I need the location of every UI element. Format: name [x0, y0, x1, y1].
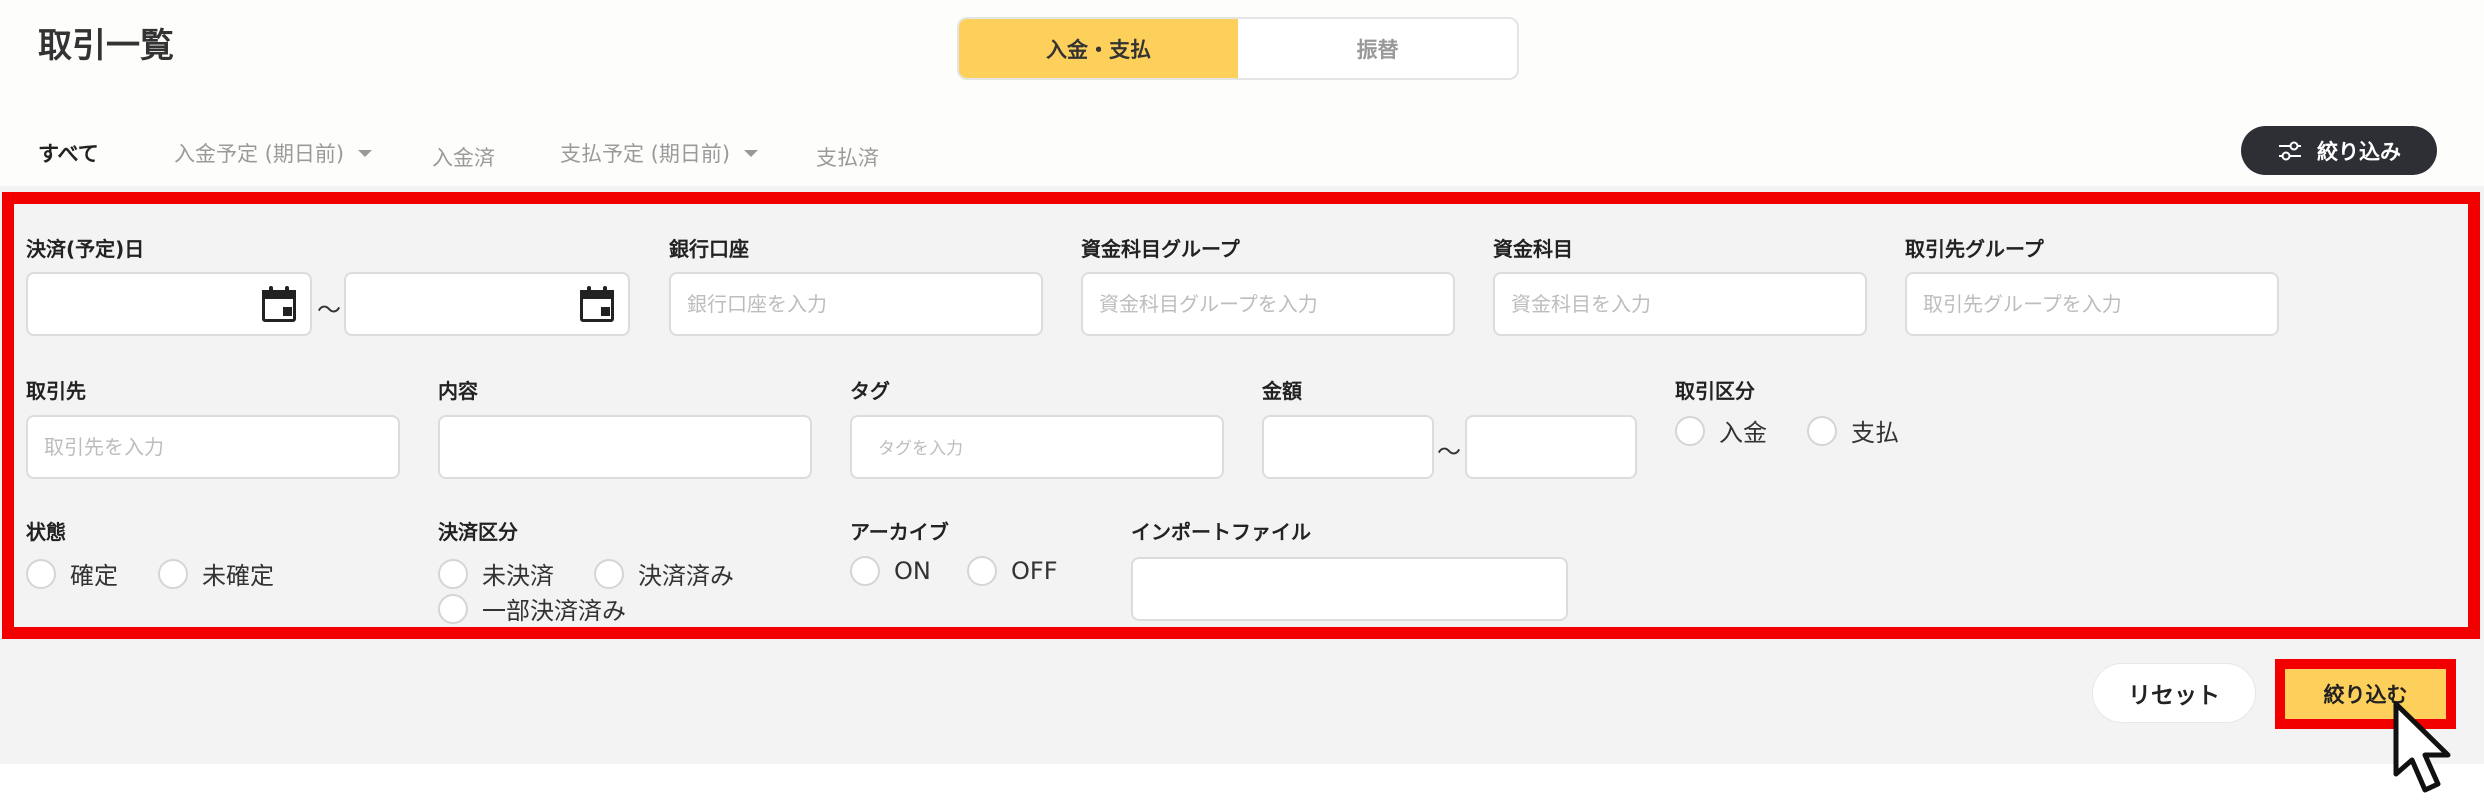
radio-circle[interactable]: [1807, 415, 1837, 446]
partner-input[interactable]: [26, 415, 400, 479]
radio-unsettled[interactable]: 未決済: [438, 556, 554, 591]
fund-item-input[interactable]: [1493, 272, 1867, 336]
bank-account-input[interactable]: [669, 272, 1043, 336]
amount-to-input[interactable]: [1465, 415, 1637, 479]
filter-toggle-button[interactable]: 絞り込み: [2241, 126, 2437, 175]
content-input[interactable]: [438, 415, 812, 479]
segment-transfer[interactable]: 振替: [1238, 19, 1517, 78]
radio-circle[interactable]: [158, 558, 188, 589]
calendar-icon[interactable]: [578, 286, 616, 322]
partner-group-input[interactable]: [1905, 272, 2279, 336]
radio-unconfirmed[interactable]: 未確定: [158, 556, 274, 591]
segment-deposit-payment[interactable]: 入金・支払: [959, 19, 1238, 78]
amount-label: 金額: [1262, 379, 1302, 403]
chevron-down-icon: [744, 149, 759, 157]
bank-account-label: 銀行口座: [669, 237, 749, 261]
page-title: 取引一覧: [38, 26, 174, 66]
amount-range-separator: 〜: [1437, 438, 1461, 466]
mouse-cursor-icon: [2393, 701, 2451, 793]
sliders-icon: [2279, 141, 2301, 160]
tag-input[interactable]: [850, 415, 1224, 479]
tab-paid[interactable]: 支払済: [816, 142, 879, 172]
amount-from-input[interactable]: [1262, 415, 1434, 479]
archive-label: アーカイブ: [850, 520, 949, 544]
fund-item-group-label: 資金科目グループ: [1081, 237, 1240, 261]
import-file-input[interactable]: [1131, 557, 1568, 621]
fund-item-group-input[interactable]: [1081, 272, 1455, 336]
tab-deposited[interactable]: 入金済: [432, 142, 495, 172]
status-label: 状態: [26, 520, 66, 544]
partner-group-label: 取引先グループ: [1905, 237, 2044, 261]
chevron-down-icon: [358, 149, 373, 157]
radio-archive-off[interactable]: OFF: [967, 556, 1058, 586]
date-range-separator: 〜: [317, 296, 341, 324]
transaction-type-label: 取引区分: [1675, 379, 1755, 403]
radio-circle[interactable]: [438, 593, 468, 624]
calendar-icon[interactable]: [260, 286, 298, 322]
content-label: 内容: [438, 379, 478, 403]
tag-label: タグ: [850, 379, 890, 403]
radio-circle[interactable]: [1675, 415, 1705, 446]
settlement-date-label: 決済(予定)日: [26, 237, 145, 261]
radio-partially-settled[interactable]: 一部決済済み: [438, 591, 626, 626]
settlement-type-label: 決済区分: [438, 520, 518, 544]
tab-payment-scheduled[interactable]: 支払予定 (期日前): [560, 138, 759, 168]
radio-circle[interactable]: [438, 558, 468, 589]
radio-circle[interactable]: [850, 556, 880, 586]
reset-button[interactable]: リセット: [2092, 663, 2256, 723]
partner-label: 取引先: [26, 379, 86, 403]
radio-deposit[interactable]: 入金: [1675, 413, 1767, 448]
header: 取引一覧 入金・支払 振替 すべて 入金予定 (期日前) 入金済 支払予定 (期…: [0, 0, 2484, 186]
type-segmented-control: 入金・支払 振替: [957, 17, 1519, 80]
radio-archive-on[interactable]: ON: [850, 556, 931, 586]
radio-confirmed[interactable]: 確定: [26, 556, 118, 591]
radio-settled[interactable]: 決済済み: [594, 556, 734, 591]
radio-circle[interactable]: [967, 556, 997, 586]
radio-payment[interactable]: 支払: [1807, 413, 1899, 448]
tab-all[interactable]: すべて: [38, 138, 99, 168]
radio-circle[interactable]: [26, 558, 56, 589]
fund-item-label: 資金科目: [1493, 237, 1573, 261]
import-file-label: インポートファイル: [1131, 520, 1311, 544]
tab-deposit-scheduled[interactable]: 入金予定 (期日前): [174, 138, 373, 168]
radio-circle[interactable]: [594, 558, 624, 589]
